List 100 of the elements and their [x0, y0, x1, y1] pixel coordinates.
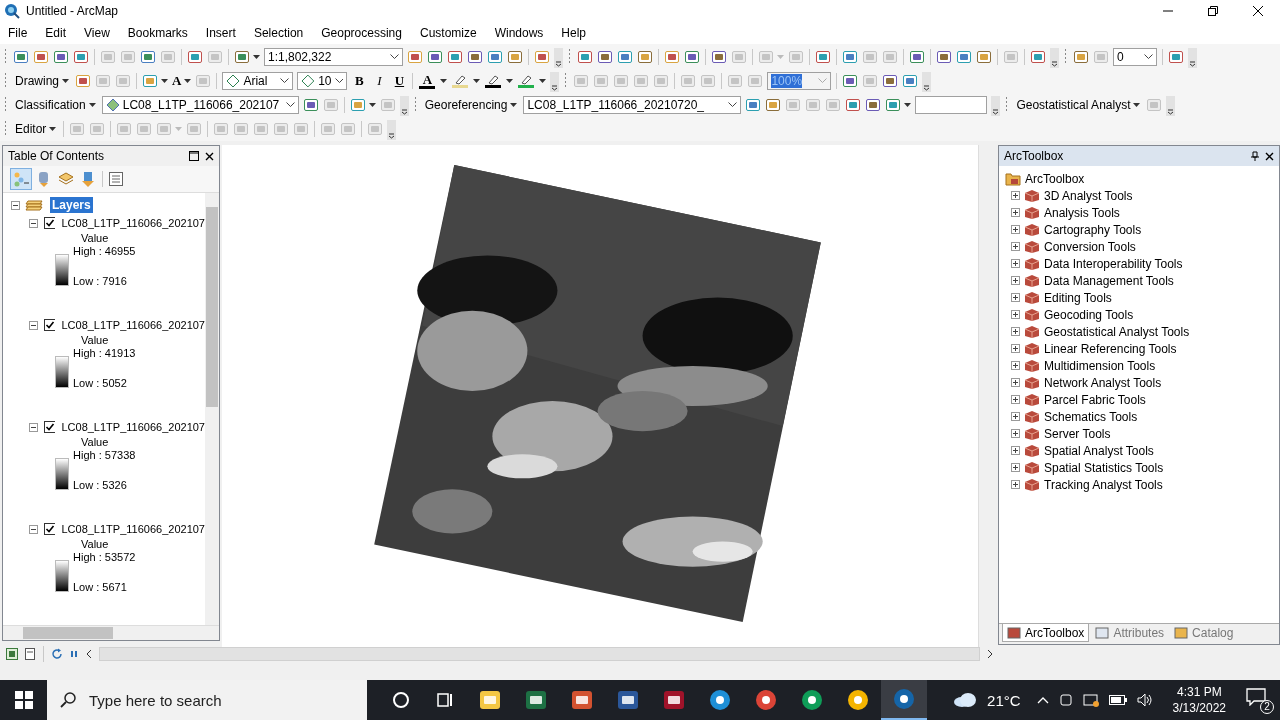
tool-icon[interactable]	[1073, 49, 1089, 65]
network-icon[interactable]	[1082, 693, 1099, 707]
toolbar-menu-button[interactable]: Editor	[13, 119, 59, 139]
grip-handle[interactable]	[568, 48, 571, 66]
clock-date[interactable]: 3/13/2022	[1172, 700, 1226, 716]
grip-handle[interactable]	[564, 72, 568, 90]
tool-icon[interactable]	[53, 49, 69, 65]
page-icon[interactable]	[24, 648, 36, 660]
tool-icon[interactable]	[637, 49, 653, 65]
toolbar-options-icon[interactable]	[387, 120, 397, 140]
battery-icon[interactable]	[1108, 695, 1127, 705]
tool-icon[interactable]	[427, 49, 443, 65]
combo-box[interactable]: 10	[297, 72, 348, 90]
toolbar-menu-button[interactable]: Geostatistical Analyst	[1014, 95, 1143, 115]
panel-tab[interactable]: ArcToolbox	[1002, 624, 1090, 642]
combo-box[interactable]: 1:1,802,322	[264, 48, 403, 66]
tool-icon[interactable]	[447, 49, 463, 65]
expand-icon[interactable]	[1011, 480, 1020, 489]
grip-handle[interactable]	[1005, 96, 1009, 114]
cloud-icon[interactable]	[953, 692, 978, 708]
expand-icon[interactable]	[1011, 446, 1020, 455]
checkbox[interactable]	[43, 421, 56, 433]
checkbox[interactable]	[43, 523, 56, 535]
clock-time[interactable]: 4:31 PM	[1176, 684, 1222, 700]
options-icon[interactable]	[108, 171, 124, 187]
combo-box[interactable]: LC08_L1TP_116066_202107	[101, 96, 299, 114]
grip-handle[interactable]	[4, 120, 7, 138]
weather-temperature[interactable]: 21°C	[987, 691, 1021, 709]
tool-icon[interactable]	[976, 49, 992, 65]
pause-icon[interactable]	[69, 649, 79, 659]
panel-tab[interactable]: Catalog	[1170, 624, 1238, 642]
collapse-icon[interactable]	[29, 524, 38, 534]
vertical-scrollbar[interactable]	[205, 193, 219, 625]
pin-icon[interactable]	[1251, 151, 1259, 161]
toolbar-options-icon[interactable]	[1050, 48, 1059, 68]
expand-icon[interactable]	[1011, 361, 1020, 370]
toolbar-options-icon[interactable]	[399, 96, 409, 116]
tool-icon[interactable]	[577, 49, 593, 65]
expand-icon[interactable]	[1011, 429, 1020, 438]
layer-name[interactable]: LC08_L1TP_116066_202107	[61, 217, 205, 229]
expand-icon[interactable]	[1011, 412, 1020, 421]
tool-icon[interactable]	[664, 49, 680, 65]
tool-icon[interactable]	[842, 73, 859, 89]
menu-item[interactable]: Insert	[203, 24, 238, 42]
grip-handle[interactable]	[4, 72, 7, 90]
combo-box[interactable]: 0	[1113, 48, 1157, 66]
volume-icon[interactable]	[1136, 693, 1153, 707]
tree-item[interactable]: Cartography Tools	[1044, 222, 1142, 237]
format-button[interactable]: I	[371, 73, 388, 89]
expand-icon[interactable]	[1011, 276, 1020, 285]
tool-icon[interactable]	[1030, 49, 1046, 65]
tree-item[interactable]: ArcToolbox	[1025, 171, 1085, 186]
close-icon[interactable]	[1252, 5, 1264, 17]
tool-icon[interactable]	[882, 73, 899, 89]
menu-item[interactable]: Bookmarks	[125, 24, 190, 42]
tool-icon[interactable]	[684, 49, 700, 65]
chevron-up-icon[interactable]	[1036, 696, 1049, 704]
expand-icon[interactable]	[1011, 242, 1020, 251]
tree-item[interactable]: Linear Referencing Tools	[1044, 341, 1177, 356]
expand-icon[interactable]	[1011, 259, 1020, 268]
layout-view-icon[interactable]	[6, 648, 18, 660]
menu-item[interactable]: Geoprocessing	[319, 24, 404, 42]
camera-icon[interactable]	[1058, 693, 1073, 707]
toolbar-menu-button[interactable]: Drawing	[13, 71, 71, 91]
tool-icon[interactable]	[407, 49, 423, 65]
tool-icon[interactable]	[534, 49, 550, 65]
task-view-icon[interactable]	[436, 691, 454, 709]
tree-item[interactable]: Schematics Tools	[1044, 409, 1138, 424]
tree-item[interactable]: Conversion Tools	[1044, 239, 1136, 254]
toolbar-options-icon[interactable]	[1166, 96, 1176, 116]
toolbar-menu-button[interactable]: Georeferencing	[422, 95, 520, 115]
grip-handle[interactable]	[413, 96, 417, 114]
layer-name[interactable]: LC08_L1TP_116066_202107	[61, 421, 205, 433]
checkbox[interactable]	[43, 217, 56, 229]
horizontal-scrollbar[interactable]	[3, 625, 219, 640]
tool-icon[interactable]	[140, 49, 156, 65]
layer-name[interactable]: LC08_L1TP_116066_202107	[61, 523, 205, 535]
expand-icon[interactable]	[1011, 463, 1020, 472]
text-tool-button[interactable]: A	[172, 73, 192, 89]
color-button[interactable]	[517, 74, 547, 88]
menu-item[interactable]: Windows	[492, 24, 546, 42]
tree-item[interactable]: Network Analyst Tools	[1044, 375, 1162, 390]
list-by-drawing-order-icon[interactable]	[11, 169, 31, 189]
toolbar-menu-button[interactable]: Classification	[13, 95, 98, 115]
windows-start-icon[interactable]	[15, 691, 33, 709]
expand-icon[interactable]	[1011, 395, 1020, 404]
tool-icon[interactable]	[815, 49, 831, 65]
scroll-left-icon[interactable]	[85, 649, 93, 659]
color-button[interactable]	[484, 74, 514, 88]
notification-icon[interactable]	[1246, 688, 1266, 706]
tool-icon[interactable]	[507, 49, 523, 65]
tool-icon[interactable]	[936, 49, 952, 65]
tool-icon[interactable]	[487, 49, 503, 65]
tree-item[interactable]: 3D Analyst Tools	[1044, 188, 1133, 203]
format-button[interactable]: U	[391, 73, 408, 89]
tree-item[interactable]: Parcel Fabric Tools	[1044, 392, 1146, 407]
tool-icon[interactable]	[711, 49, 727, 65]
toolbar-options-icon[interactable]	[550, 72, 560, 92]
horizontal-scrollbar[interactable]	[99, 647, 980, 661]
tree-item[interactable]: Geocoding Tools	[1044, 307, 1134, 322]
